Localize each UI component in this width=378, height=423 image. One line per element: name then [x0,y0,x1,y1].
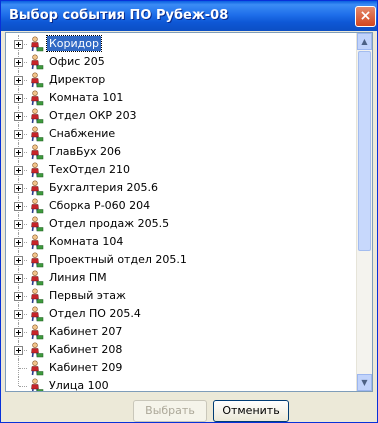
scroll-thumb[interactable] [358,51,371,251]
tree-row[interactable]: Первый этаж [6,287,356,305]
tree-item-label[interactable]: Офис 205 [47,54,107,69]
tree-item-label[interactable]: Сборка Р-060 204 [47,198,152,213]
person-zone-icon [28,180,44,196]
person-zone-icon [28,198,44,214]
tree-item-label[interactable]: Отдел ПО 205.4 [47,306,143,321]
expand-plus-icon[interactable] [14,202,23,211]
tree-item-label[interactable]: Первый этаж [47,288,128,303]
event-selection-dialog: Выбор события ПО Рубеж-08 × Коридор Офис … [0,0,378,423]
expand-plus-icon[interactable] [14,274,23,283]
expand-plus-icon[interactable] [14,220,23,229]
tree-connector-line [19,368,27,369]
tree-connector-line [18,377,19,386]
person-zone-icon [28,162,44,178]
tree-item-label[interactable]: ГлавБух 206 [47,144,123,159]
tree-row[interactable]: Линия ПМ [6,269,356,287]
expand-plus-icon[interactable] [14,40,23,49]
tree-row[interactable]: Кабинет 209 [6,359,356,377]
person-zone-icon [28,72,44,88]
person-zone-icon [28,108,44,124]
person-zone-icon [28,270,44,286]
tree-item-label[interactable]: Кабинет 208 [47,342,124,357]
tree-row[interactable]: ТехОтдел 210 [6,161,356,179]
person-zone-icon [28,306,44,322]
person-zone-icon [28,54,44,70]
tree-row[interactable]: Улица 100 [6,377,356,391]
tree-row[interactable]: Отдел ПО 205.4 [6,305,356,323]
expand-plus-icon[interactable] [14,292,23,301]
tree-connector-line [19,386,27,387]
tree-item-label[interactable]: Коридор [46,35,102,52]
tree-row[interactable]: Проектный отдел 205.1 [6,251,356,269]
expand-plus-icon[interactable] [14,166,23,175]
person-zone-icon [28,288,44,304]
person-zone-icon [28,234,44,250]
expand-plus-icon[interactable] [14,256,23,265]
expand-plus-icon[interactable] [14,94,23,103]
person-zone-icon [28,378,44,391]
person-zone-icon [28,252,44,268]
close-button[interactable]: × [355,6,376,27]
tree-item-label[interactable]: Проектный отдел 205.1 [47,252,189,267]
expand-plus-icon[interactable] [14,58,23,67]
vertical-scrollbar[interactable]: ▲ ▼ [356,33,372,391]
tree-item-label[interactable]: Линия ПМ [47,270,109,285]
tree-row[interactable]: Директор [6,71,356,89]
tree-row[interactable]: Комната 101 [6,89,356,107]
expand-plus-icon[interactable] [14,112,23,121]
person-zone-icon [28,342,44,358]
tree-row[interactable]: Кабинет 207 [6,323,356,341]
tree-row[interactable]: Отдел продаж 205.5 [6,215,356,233]
scroll-up-arrow-icon[interactable]: ▲ [357,33,372,50]
expand-plus-icon[interactable] [14,130,23,139]
tree-item-label[interactable]: Снабжение [47,126,117,141]
person-zone-icon [28,216,44,232]
person-zone-icon [28,126,44,142]
select-button[interactable]: Выбрать [133,400,207,422]
expand-plus-icon[interactable] [14,76,23,85]
person-zone-icon [28,90,44,106]
tree-row[interactable]: Отдел ОКР 203 [6,107,356,125]
expand-plus-icon[interactable] [14,328,23,337]
tree-row[interactable]: Сборка Р-060 204 [6,197,356,215]
tree-list: Коридор Офис 205 Директор Комната 101 Отдел … [6,35,356,391]
tree-row[interactable]: Снабжение [6,125,356,143]
window-title: Выбор события ПО Рубеж-08 [9,8,229,23]
person-zone-icon [28,324,44,340]
person-zone-icon [28,360,44,376]
tree-item-label[interactable]: Кабинет 207 [47,324,124,339]
tree-item-label[interactable]: Директор [47,72,107,87]
tree-row[interactable]: Комната 104 [6,233,356,251]
person-zone-icon [28,144,44,160]
expand-plus-icon[interactable] [14,346,23,355]
tree-item-label[interactable]: Отдел ОКР 203 [47,108,139,123]
expand-plus-icon[interactable] [14,184,23,193]
tree-row[interactable]: ГлавБух 206 [6,143,356,161]
tree-item-label[interactable]: Кабинет 209 [47,360,124,375]
device-tree: Коридор Офис 205 Директор Комната 101 Отдел … [5,32,373,392]
tree-item-label[interactable]: Бухгалтерия 205.6 [47,180,160,195]
cancel-button[interactable]: Отменить [213,400,289,422]
tree-row[interactable]: Бухгалтерия 205.6 [6,179,356,197]
tree-item-label[interactable]: Комната 104 [47,234,125,249]
scroll-down-arrow-icon[interactable]: ▼ [357,374,372,391]
close-icon: × [359,8,372,24]
tree-item-label[interactable]: ТехОтдел 210 [47,162,132,177]
tree-row[interactable]: Коридор [6,35,356,53]
expand-plus-icon[interactable] [14,310,23,319]
expand-plus-icon[interactable] [14,238,23,247]
tree-item-label[interactable]: Улица 100 [47,378,111,391]
tree-item-label[interactable]: Отдел продаж 205.5 [47,216,171,231]
title-bar[interactable]: Выбор события ПО Рубеж-08 × [1,1,377,31]
tree-row[interactable]: Офис 205 [6,53,356,71]
expand-plus-icon[interactable] [14,148,23,157]
tree-item-label[interactable]: Комната 101 [47,90,125,105]
tree-row[interactable]: Кабинет 208 [6,341,356,359]
person-zone-icon [28,36,44,52]
